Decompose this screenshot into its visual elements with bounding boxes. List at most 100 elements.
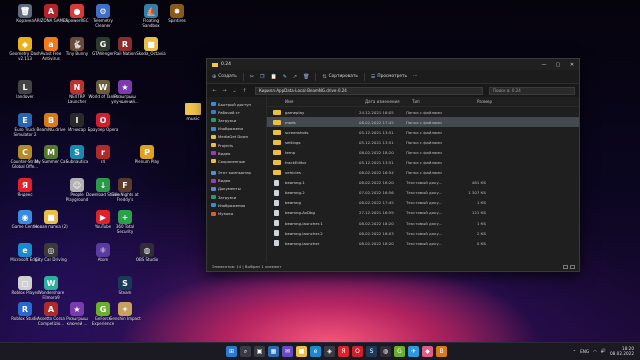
taskbar-geforce-icon[interactable]: G bbox=[394, 346, 405, 357]
breadcrumb-segment[interactable]: Local bbox=[295, 88, 305, 93]
sidebar-item[interactable]: Документы bbox=[207, 185, 266, 193]
delete-button[interactable]: 🗑 bbox=[303, 74, 309, 80]
minimize-button[interactable]: — bbox=[537, 59, 551, 70]
taskbar-obs-icon[interactable]: ◍ bbox=[380, 346, 391, 357]
column-size-header[interactable]: Размер bbox=[468, 99, 492, 104]
taskbar-start-icon[interactable]: ⊞ bbox=[226, 346, 237, 357]
breadcrumb-segment[interactable]: AppData bbox=[276, 88, 293, 93]
desktop-shortcut[interactable]: ■ Новая папка (2) bbox=[34, 210, 68, 230]
details-view-icon[interactable] bbox=[563, 265, 568, 269]
share-button[interactable]: ↗ bbox=[293, 74, 297, 80]
language-indicator[interactable]: ENG bbox=[580, 349, 589, 354]
desktop-shortcut[interactable]: W Wondershare Filmora9 bbox=[38, 276, 64, 300]
file-row[interactable]: beamng-launcher.1 08.02.2022 18:20 Текстов… bbox=[267, 218, 579, 228]
more-button[interactable]: ··· bbox=[413, 74, 417, 79]
desktop-shortcut[interactable]: ✸ Spintires bbox=[164, 4, 190, 24]
desktop-shortcut[interactable]: ■ Skoda_Octavia bbox=[136, 37, 166, 57]
file-row[interactable]: trackEditor 05.12.2021 13:51 Папка с файла… bbox=[267, 157, 579, 167]
paste-button[interactable]: 📋 bbox=[270, 74, 276, 80]
copy-button[interactable]: ❐ bbox=[260, 74, 264, 80]
file-row[interactable]: mods 08.02.2022 17:45 Папка с файлами bbox=[267, 117, 579, 128]
sidebar-item[interactable]: Изображени bbox=[207, 125, 266, 133]
clock[interactable]: 18:20 08.02.2022 bbox=[610, 346, 634, 356]
taskbar-task-view-icon[interactable]: ▣ bbox=[254, 346, 265, 357]
desktop-shortcut[interactable]: C Counter-Strike Global Offe... bbox=[11, 145, 39, 169]
sidebar-item[interactable]: Рабочий ст bbox=[207, 108, 266, 116]
taskbar-search-icon[interactable]: ⌕ bbox=[240, 346, 251, 357]
desktop-shortcut[interactable]: r r4 bbox=[90, 145, 116, 165]
wifi-icon[interactable]: ◠ bbox=[593, 349, 597, 354]
view-button[interactable]: ☰ Просмотреть bbox=[371, 74, 407, 80]
column-type-header[interactable]: Тип bbox=[412, 99, 468, 104]
maximize-button[interactable]: ▢ bbox=[551, 59, 565, 70]
sort-button[interactable]: ⇅ Сортировать bbox=[322, 74, 357, 80]
file-row[interactable]: beamng-AvDbg 27.12.2021 16:59 Текстовый до… bbox=[267, 208, 579, 218]
taskbar-steam-icon[interactable]: S bbox=[366, 346, 377, 357]
path-breadcrumb[interactable]: Кирилл › AppData › Local › BeamNG.drive … bbox=[255, 86, 483, 95]
sidebar-item[interactable]: Видео bbox=[207, 177, 266, 185]
sidebar-item[interactable]: Быстрый доступ bbox=[207, 100, 266, 108]
breadcrumb-segment[interactable]: 0.24 bbox=[338, 88, 347, 93]
desktop-shortcut[interactable]: ⚛ Atom bbox=[90, 243, 116, 263]
desktop-shortcut[interactable]: ★ Розыгрыш улучшений... bbox=[111, 80, 139, 104]
column-name-header[interactable]: Имя bbox=[285, 99, 365, 104]
taskbar-beamng-icon[interactable]: B bbox=[436, 346, 447, 357]
taskbar-opera-icon[interactable]: O bbox=[352, 346, 363, 357]
file-explorer-window[interactable]: 0.24 — ▢ ✕ ⊕ Создать ✂ ❐ 📋 ✎ ↗ 🗑 ⇅ Сортиро… bbox=[206, 58, 580, 272]
taskbar-chat-icon[interactable]: ✉ bbox=[282, 346, 293, 357]
desktop-shortcut[interactable]: ◎ City Car Driving bbox=[35, 243, 67, 263]
sidebar-item[interactable]: MediaGet Down bbox=[207, 133, 266, 141]
desktop-shortcut[interactable]: E Euro Truck Simulator 2 bbox=[12, 113, 38, 137]
desktop-shortcut[interactable]: ◍ OBS Studio bbox=[134, 243, 160, 263]
file-row[interactable]: vehicles 08.02.2022 16:54 Папка с файлами bbox=[267, 168, 579, 178]
desktop-folder-music[interactable]: music bbox=[182, 103, 204, 122]
file-row[interactable]: gameplay 24.12.2021 16:05 Папка с файлами bbox=[267, 107, 579, 117]
close-button[interactable]: ✕ bbox=[565, 59, 579, 70]
file-row[interactable]: settings 05.12.2021 13:51 Папка с файлами bbox=[267, 137, 579, 147]
up-arrow-icon[interactable]: ↑ bbox=[241, 88, 248, 94]
desktop-shortcut[interactable]: S Steam bbox=[112, 276, 138, 296]
sidebar-item[interactable]: Видео bbox=[207, 149, 266, 157]
chevron-up-icon[interactable]: ⌃ bbox=[573, 349, 577, 354]
desktop-shortcut[interactable]: Llandover bbox=[12, 80, 38, 100]
sidebar-item[interactable]: Загрузки bbox=[207, 193, 266, 201]
file-row[interactable]: beamng 08.02.2022 17:45 Текстовый доку... 1… bbox=[267, 198, 579, 208]
file-row[interactable]: beamng-launcher.2 08.02.2022 16:03 Текстов… bbox=[267, 228, 579, 238]
desktop-shortcut[interactable]: O Браузер Opera bbox=[88, 113, 118, 133]
create-button[interactable]: ⊕ Создать bbox=[212, 74, 237, 80]
sidebar-item[interactable]: Projects bbox=[207, 141, 266, 149]
taskbar-photos-icon[interactable]: ◆ bbox=[422, 346, 433, 357]
sidebar-item[interactable]: Сохраненные bbox=[207, 157, 266, 165]
back-arrow-icon[interactable]: ← bbox=[211, 88, 218, 94]
taskbar-store-icon[interactable]: ◈ bbox=[324, 346, 335, 357]
desktop-shortcut[interactable]: N NEXTRP Launcher bbox=[64, 80, 90, 104]
desktop-shortcut[interactable]: ✦ Genshin Impact bbox=[109, 302, 141, 322]
cut-button[interactable]: ✂ bbox=[250, 74, 254, 80]
breadcrumb-segment[interactable]: Кирилл bbox=[259, 88, 275, 93]
rename-button[interactable]: ✎ bbox=[283, 74, 287, 80]
tiles-view-icon[interactable] bbox=[570, 265, 575, 269]
taskbar-widgets-icon[interactable]: ▦ bbox=[268, 346, 279, 357]
desktop-shortcut[interactable]: ⛵ Floating Sandbox bbox=[138, 4, 164, 28]
column-date-header[interactable]: Дата изменения bbox=[365, 99, 412, 104]
desktop-shortcut[interactable]: ⚙ Telemetry Cleaner bbox=[90, 4, 116, 28]
file-row[interactable]: beamng-launcher 08.02.2022 18:20 Текстовый… bbox=[267, 238, 579, 248]
sidebar-item[interactable]: Изображения bbox=[207, 201, 266, 209]
file-row[interactable]: beamng.2 07.02.2022 16:56 Текстовый доку..… bbox=[267, 188, 579, 198]
file-row[interactable]: screenshots 05.12.2021 13:51 Папка с файла… bbox=[267, 127, 579, 137]
desktop-shortcut[interactable]: ☺ People Playground bbox=[64, 178, 90, 202]
taskbar-yandex-icon[interactable]: Я bbox=[338, 346, 349, 357]
sidebar-item[interactable]: Загрузки bbox=[207, 116, 266, 124]
file-row[interactable]: temp 08.02.2022 18:20 Папка с файлами bbox=[267, 147, 579, 157]
volume-icon[interactable]: 🔊 bbox=[601, 348, 606, 354]
taskbar-telegram-icon[interactable]: ✈ bbox=[408, 346, 419, 357]
forward-arrow-icon[interactable]: → bbox=[221, 88, 228, 94]
taskbar-explorer-icon[interactable]: ■ bbox=[296, 346, 307, 357]
sidebar-item[interactable]: Музыка bbox=[207, 209, 266, 217]
search-input[interactable]: Поиск в: 0.24 bbox=[489, 86, 575, 95]
title-bar[interactable]: 0.24 — ▢ ✕ bbox=[207, 59, 579, 70]
breadcrumb-segment[interactable]: BeamNG.drive bbox=[307, 88, 336, 93]
taskbar-edge-icon[interactable]: e bbox=[310, 346, 321, 357]
sidebar-item[interactable]: Этот компьютер bbox=[207, 169, 266, 177]
desktop-shortcut[interactable]: Я Яндекс bbox=[12, 178, 38, 198]
